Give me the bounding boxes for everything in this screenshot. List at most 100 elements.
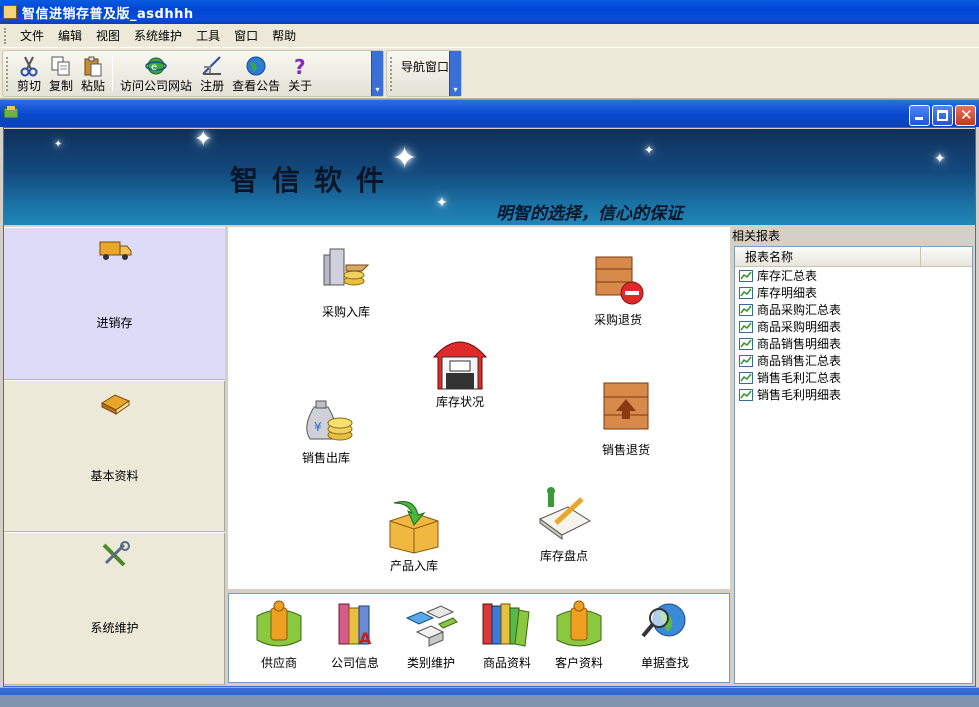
brand-banner: ✦ ✦ ✦ ✦ ✦ ✦ 智信软件 明智的选择，信心的保证 bbox=[4, 129, 975, 225]
sales-return-button[interactable]: 销售退货 bbox=[596, 379, 656, 458]
report-item-label: 商品采购明细表 bbox=[757, 320, 842, 334]
truck-icon bbox=[99, 241, 131, 260]
register-button[interactable]: 注册 bbox=[196, 52, 228, 96]
sales-out-button[interactable]: ¥ 销售出库 bbox=[296, 387, 356, 466]
mdi-window-bar[interactable]: ✕ bbox=[0, 99, 979, 127]
chart-report-icon bbox=[739, 286, 753, 299]
customer-data-button[interactable]: 客户资料 bbox=[551, 598, 607, 671]
menu-window[interactable]: 窗口 bbox=[227, 26, 265, 46]
nav-item-label: 基本资料 bbox=[90, 469, 139, 483]
menu-file[interactable]: 文件 bbox=[13, 26, 51, 46]
nav-item-label: 进销存 bbox=[96, 316, 133, 330]
minimize-button[interactable] bbox=[909, 105, 930, 126]
chart-report-icon bbox=[739, 269, 753, 282]
report-item[interactable]: 销售毛利汇总表 bbox=[735, 369, 972, 386]
menu-system[interactable]: 系统维护 bbox=[127, 26, 189, 46]
company-books-icon: A bbox=[338, 603, 372, 648]
maximize-button[interactable] bbox=[932, 105, 953, 126]
nav-toolbar: 导航窗口 ▾ bbox=[386, 50, 462, 97]
quick-access-bar: 供应商 A 公司信息 类别维护 商品资料 客户资料 单据查找 bbox=[228, 593, 730, 683]
brand-title: 智信软件 bbox=[230, 164, 399, 197]
nav-window-button[interactable]: 导航窗口 bbox=[397, 52, 453, 96]
product-in-button[interactable]: 产品入库 bbox=[384, 495, 444, 574]
purchase-in-button[interactable]: 采购入库 bbox=[316, 241, 376, 320]
close-button[interactable]: ✕ bbox=[955, 105, 976, 126]
paste-label: 粘贴 bbox=[81, 79, 106, 93]
menu-edit[interactable]: 编辑 bbox=[51, 26, 89, 46]
status-bar-panel bbox=[0, 695, 979, 707]
menu-tools[interactable]: 工具 bbox=[189, 26, 227, 46]
report-item[interactable]: 库存汇总表 bbox=[735, 267, 972, 284]
visit-website-button[interactable]: e 访问公司网站 bbox=[116, 52, 196, 96]
supplier-icon bbox=[256, 600, 302, 647]
customer-data-label: 客户资料 bbox=[554, 656, 603, 670]
category-maintenance-label: 类别维护 bbox=[406, 656, 455, 670]
menu-bar: 文件 编辑 视图 系统维护 工具 窗口 帮助 bbox=[0, 24, 979, 48]
about-label: 关于 bbox=[288, 79, 313, 93]
globe-icon bbox=[245, 55, 267, 77]
nav-toolbar-overflow-button[interactable]: ▾ bbox=[449, 51, 461, 96]
copy-icon bbox=[50, 55, 72, 77]
sales-return-label: 销售退货 bbox=[601, 443, 650, 457]
box-in-icon bbox=[389, 501, 439, 554]
cut-label: 剪切 bbox=[17, 79, 42, 93]
app-icon bbox=[3, 5, 17, 19]
nav-toolbar-grip[interactable] bbox=[390, 57, 392, 91]
nav-item-basic-data[interactable]: 基本资料 bbox=[4, 380, 225, 532]
purchase-in-label: 采购入库 bbox=[321, 305, 370, 319]
purchase-return-button[interactable]: 采购退货 bbox=[588, 249, 648, 328]
report-item[interactable]: 商品销售汇总表 bbox=[735, 352, 972, 369]
register-icon bbox=[201, 55, 223, 77]
title-bar[interactable]: 智信进销存普及版_asdhhh bbox=[0, 0, 979, 24]
product-data-button[interactable]: 商品资料 bbox=[479, 598, 535, 671]
toolbar-grip[interactable] bbox=[6, 57, 8, 91]
chart-report-icon bbox=[739, 337, 753, 350]
tools-icon bbox=[102, 541, 130, 567]
reports-list: 报表名称 库存汇总表 库存明细表 商品采购汇总表 商品采购明细表 商品销售明细表… bbox=[734, 246, 973, 684]
purchase-return-label: 采购退货 bbox=[593, 313, 642, 327]
menu-view[interactable]: 视图 bbox=[89, 26, 127, 46]
company-info-button[interactable]: A 公司信息 bbox=[327, 598, 383, 671]
book-icon bbox=[100, 394, 130, 415]
report-item[interactable]: 商品采购明细表 bbox=[735, 318, 972, 335]
svg-text:¥: ¥ bbox=[314, 420, 322, 434]
paste-button[interactable]: 粘贴 bbox=[77, 52, 109, 96]
report-item[interactable]: 库存明细表 bbox=[735, 284, 972, 301]
document-window-icon bbox=[4, 106, 18, 118]
company-info-label: 公司信息 bbox=[330, 656, 379, 670]
paste-icon bbox=[82, 55, 104, 77]
main-toolbar: 剪切 复制 粘贴 e 访问公司网站 注册 查看公告 ? 关于 ▾ bbox=[2, 50, 384, 97]
left-navigation: 进销存 基本资料 系统维护 bbox=[4, 227, 225, 685]
toolbar-overflow-button[interactable]: ▾ bbox=[371, 51, 383, 96]
view-notice-button[interactable]: 查看公告 bbox=[228, 52, 284, 96]
supplier-label: 供应商 bbox=[260, 656, 297, 670]
menu-help[interactable]: 帮助 bbox=[265, 26, 303, 46]
about-button[interactable]: ? 关于 bbox=[284, 52, 316, 96]
stock-check-button[interactable]: 库存盘点 bbox=[534, 485, 594, 564]
nav-item-system-maintenance[interactable]: 系统维护 bbox=[4, 532, 225, 685]
copy-button[interactable]: 复制 bbox=[45, 52, 77, 96]
inventory-check-icon bbox=[538, 487, 592, 540]
stock-status-label: 库存状况 bbox=[435, 395, 484, 409]
report-item[interactable]: 商品销售明细表 bbox=[735, 335, 972, 352]
status-bar bbox=[0, 687, 979, 707]
category-maintenance-button[interactable]: 类别维护 bbox=[403, 598, 459, 671]
category-blocks-icon bbox=[405, 605, 458, 647]
nav-item-inventory[interactable]: 进销存 bbox=[4, 227, 225, 380]
report-name-column-header[interactable]: 报表名称 bbox=[735, 247, 921, 266]
report-item[interactable]: 销售毛利明细表 bbox=[735, 386, 972, 403]
sparkle-icon: ✦ bbox=[194, 129, 213, 152]
document-search-button[interactable]: 单据查找 bbox=[637, 598, 693, 671]
menubar-grip[interactable] bbox=[4, 27, 7, 44]
report-item[interactable]: 商品采购汇总表 bbox=[735, 301, 972, 318]
stock-status-button[interactable]: 库存状况 bbox=[430, 331, 490, 410]
sparkle-icon: ✦ bbox=[54, 139, 63, 150]
purchase-return-icon bbox=[595, 256, 644, 305]
svg-text:e: e bbox=[151, 62, 157, 73]
cut-button[interactable]: 剪切 bbox=[13, 52, 45, 96]
nav-window-label: 导航窗口 bbox=[401, 60, 450, 74]
supplier-button[interactable]: 供应商 bbox=[251, 598, 307, 671]
toolbar-area: 剪切 复制 粘贴 e 访问公司网站 注册 查看公告 ? 关于 ▾ 导航窗口 ▾ bbox=[0, 48, 979, 99]
sparkle-icon: ✦ bbox=[436, 195, 448, 211]
brand-slogan: 明智的选择，信心的保证 bbox=[496, 204, 683, 224]
